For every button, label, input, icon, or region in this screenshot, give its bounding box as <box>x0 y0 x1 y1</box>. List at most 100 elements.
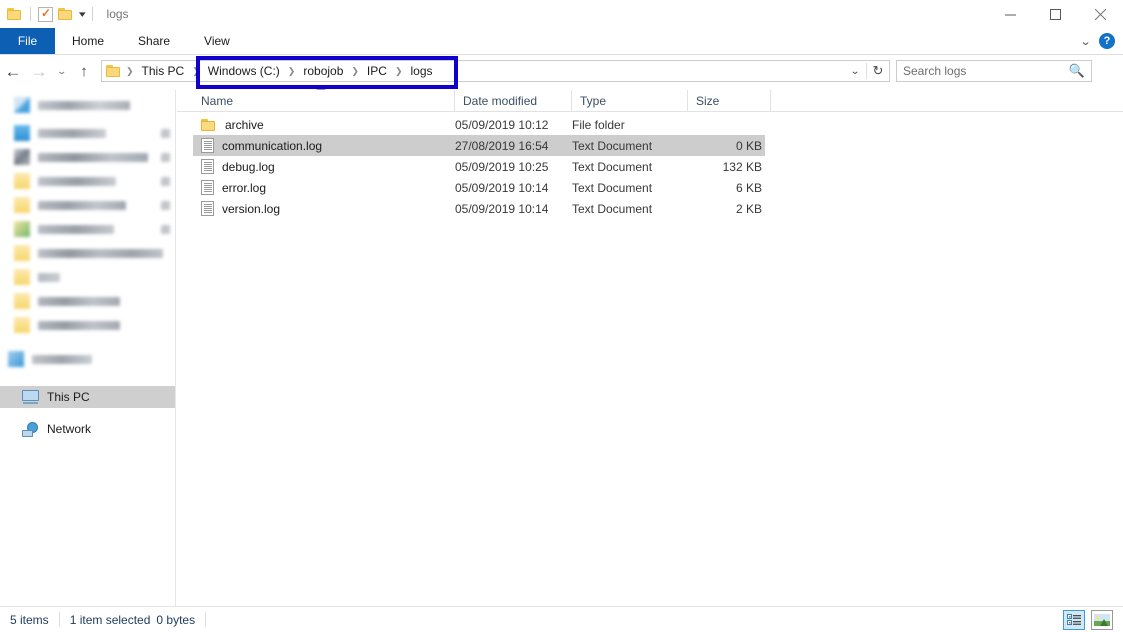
sidebar-item-redacted[interactable] <box>0 242 175 264</box>
breadcrumb-windows-c[interactable]: Windows (C:) <box>204 61 284 81</box>
file-size-cell: 0 KB <box>735 138 762 153</box>
breadcrumb-robojob[interactable]: robojob <box>299 61 347 81</box>
customize-chevron-icon[interactable]: ▾ <box>79 9 86 19</box>
folder-icon[interactable] <box>7 7 23 21</box>
sidebar-item-this-pc[interactable]: This PC <box>0 386 175 408</box>
navigation-bar: ← → ⌄ ↑ ❯ This PC ❯ Windows (C:) ❯ roboj… <box>0 56 1123 86</box>
address-bar[interactable]: ❯ This PC ❯ Windows (C:) ❯ robojob ❯ IPC… <box>101 60 890 82</box>
text-document-icon <box>201 159 214 174</box>
redacted-chevron-icon[interactable] <box>161 128 170 138</box>
expand-ribbon-chevron-icon[interactable]: ⌄ <box>1079 35 1091 48</box>
file-name-label: debug.log <box>222 159 275 174</box>
redacted-label <box>38 128 106 138</box>
column-header-size[interactable]: Size <box>688 90 771 111</box>
tab-view[interactable]: View <box>187 28 247 54</box>
file-size-cell: 2 KB <box>735 201 762 216</box>
redacted-icon <box>14 125 30 141</box>
redacted-chevron-icon[interactable] <box>161 200 170 210</box>
sidebar-item-redacted[interactable] <box>0 218 175 240</box>
sidebar-item-redacted[interactable] <box>0 348 175 370</box>
table-row[interactable]: communication.log 27/08/2019 16:54 Text … <box>177 135 1123 156</box>
file-name-cell: debug.log <box>201 159 275 174</box>
breadcrumb-this-pc[interactable]: This PC <box>138 61 189 81</box>
breadcrumb-separator: ❯ <box>287 65 296 76</box>
text-document-icon <box>201 180 214 195</box>
previous-locations-chevron-icon[interactable]: ⌄ <box>842 66 868 77</box>
table-row[interactable]: debug.log 05/09/2019 10:25 Text Document… <box>177 156 1123 177</box>
file-rows: archive 05/09/2019 10:12 File folder com… <box>177 114 1123 219</box>
file-name-cell: version.log <box>201 201 280 216</box>
window-title: logs <box>106 7 129 21</box>
file-date-cell: 05/09/2019 10:14 <box>455 180 549 195</box>
sidebar-item-network[interactable]: Network <box>0 418 175 440</box>
table-row[interactable]: error.log 05/09/2019 10:14 Text Document… <box>177 177 1123 198</box>
sidebar-item-label: This PC <box>47 390 90 404</box>
sidebar-item-redacted[interactable] <box>0 122 175 144</box>
breadcrumb-logs[interactable]: logs <box>406 61 436 81</box>
redacted-icon <box>8 351 24 367</box>
column-headers: Name Date modified Type Size <box>177 90 1123 112</box>
chevron-down-icon: ⌄ <box>56 65 67 76</box>
breadcrumb-separator: ❯ <box>394 65 403 76</box>
redacted-chevron-icon[interactable] <box>161 152 170 162</box>
status-selection-size: 0 bytes <box>156 612 196 627</box>
refresh-icon[interactable]: ↻ <box>866 63 889 79</box>
redacted-label <box>38 296 120 306</box>
redacted-chevron-icon[interactable] <box>161 176 170 186</box>
sidebar-item-redacted[interactable] <box>0 314 175 336</box>
up-button[interactable]: ↑ <box>71 58 97 84</box>
redacted-icon <box>14 293 30 309</box>
minimize-button[interactable] <box>988 0 1033 28</box>
redacted-icon <box>14 221 30 237</box>
file-name-label: communication.log <box>222 138 323 153</box>
help-icon[interactable]: ? <box>1099 33 1115 49</box>
tab-home[interactable]: Home <box>55 28 121 54</box>
redacted-label <box>38 100 130 110</box>
status-bar: 5 items 1 item selected 0 bytes <box>0 606 1123 632</box>
redacted-label <box>38 152 148 162</box>
search-icon: 🔍 <box>1068 63 1085 78</box>
file-type-cell: File folder <box>572 117 625 132</box>
sidebar-item-redacted[interactable] <box>0 290 175 312</box>
search-input[interactable]: Search logs <box>903 64 1069 78</box>
back-button[interactable]: ← <box>0 58 26 84</box>
properties-icon[interactable] <box>38 6 53 22</box>
sidebar-item-redacted[interactable] <box>0 194 175 216</box>
redacted-label <box>38 224 114 234</box>
table-row[interactable]: archive 05/09/2019 10:12 File folder <box>177 114 1123 135</box>
forward-button[interactable]: → <box>26 58 52 84</box>
redacted-icon <box>14 97 30 113</box>
folder-icon <box>201 118 217 132</box>
breadcrumb-separator: ❯ <box>126 65 134 76</box>
file-name-cell: archive <box>201 118 264 132</box>
redacted-chevron-icon[interactable] <box>161 224 170 234</box>
large-icons-view-button[interactable] <box>1091 609 1113 630</box>
tab-share[interactable]: Share <box>121 28 187 54</box>
breadcrumb-ipc[interactable]: IPC <box>363 61 391 81</box>
file-name-label: error.log <box>222 180 267 195</box>
close-button[interactable] <box>1078 0 1123 28</box>
column-header-type[interactable]: Type <box>572 90 688 111</box>
sidebar-item-redacted[interactable] <box>0 266 175 288</box>
address-folder-icon <box>106 64 122 78</box>
tab-file[interactable]: File <box>0 28 55 54</box>
file-name-cell: communication.log <box>201 138 322 153</box>
redacted-icon <box>14 173 30 189</box>
details-view-button[interactable] <box>1063 609 1085 630</box>
redacted-icon <box>14 269 30 285</box>
column-header-date-modified[interactable]: Date modified <box>455 90 572 111</box>
maximize-button[interactable] <box>1033 0 1078 28</box>
sidebar-item-redacted[interactable] <box>0 146 175 168</box>
sidebar-item-redacted[interactable] <box>0 170 175 192</box>
table-row[interactable]: version.log 05/09/2019 10:14 Text Docume… <box>177 198 1123 219</box>
text-document-icon <box>201 201 214 216</box>
redacted-icon <box>14 197 30 213</box>
search-box[interactable]: Search logs 🔍 <box>896 60 1092 82</box>
column-header-name[interactable]: Name <box>193 90 455 111</box>
navigation-pane: This PC Network <box>0 90 176 606</box>
arrow-up-icon: ↑ <box>80 62 88 80</box>
new-folder-icon[interactable] <box>58 7 74 21</box>
sidebar-item-redacted[interactable] <box>0 94 175 116</box>
recent-locations-button[interactable]: ⌄ <box>52 58 71 84</box>
file-name-cell: error.log <box>201 180 266 195</box>
